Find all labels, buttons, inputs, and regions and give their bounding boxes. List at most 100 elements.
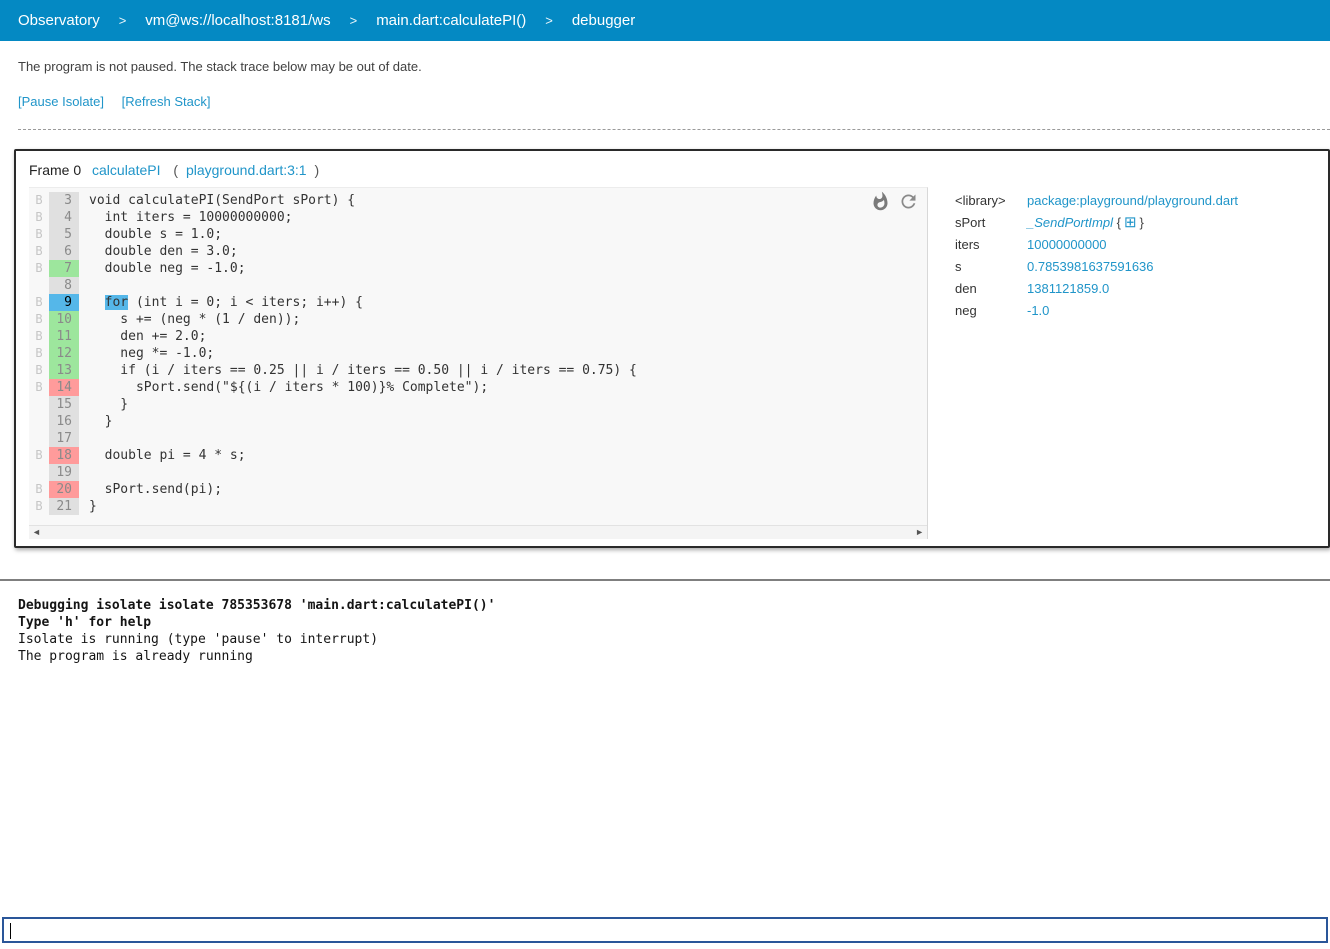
status-message: The program is not paused. The stack tra… bbox=[18, 59, 422, 74]
line-number[interactable]: 19 bbox=[49, 464, 79, 481]
frame-function-link[interactable]: calculatePI bbox=[92, 162, 160, 178]
variable-value[interactable]: 0.7853981637591636 bbox=[1027, 259, 1154, 274]
code-line: B 12 neg *= -1.0; bbox=[29, 345, 927, 362]
breakpoint-toggle[interactable]: B bbox=[29, 328, 49, 345]
code-line: B5 double s = 1.0; bbox=[29, 226, 927, 243]
frame-body: B 3 void calculatePI(SendPort sPort) {B 4 i… bbox=[16, 187, 1328, 539]
code-line: B 18 double pi = 4 * s; bbox=[29, 447, 927, 464]
code-line-text: for (int i = 0; i < iters; i++) { bbox=[104, 295, 363, 310]
line-number[interactable]: 8 bbox=[49, 277, 79, 294]
code-line: 16 } bbox=[29, 413, 927, 430]
frame-paren-close: ) bbox=[314, 162, 320, 178]
code-line: B 11 den += 2.0; bbox=[29, 328, 927, 345]
line-number[interactable]: 13 bbox=[49, 362, 79, 379]
line-number[interactable]: 10 bbox=[49, 311, 79, 328]
console-line: The program is already running bbox=[18, 649, 253, 664]
scroll-left-icon[interactable]: ◄ bbox=[29, 526, 44, 539]
code-toolbar bbox=[870, 191, 919, 217]
variable-name: sPort bbox=[955, 214, 986, 230]
variable-row: sPort _SendPortImpl { ⊞ } bbox=[955, 211, 1238, 233]
breadcrumb: Observatory > vm@ws://localhost:8181/ws > ma… bbox=[0, 0, 1330, 41]
breakpoint-toggle[interactable]: B bbox=[29, 243, 49, 260]
line-number[interactable]: 18 bbox=[49, 447, 79, 464]
breakpoint-toggle[interactable]: B bbox=[29, 209, 49, 226]
code-line-text: if (i / iters == 0.25 || i / iters == 0.… bbox=[89, 363, 637, 378]
code-line-text: double s = 1.0; bbox=[89, 227, 223, 242]
grid-icon[interactable]: ⊞ bbox=[1124, 213, 1137, 231]
breakpoint-toggle[interactable]: B bbox=[29, 260, 49, 277]
horizontal-scrollbar[interactable]: ◄ ► bbox=[29, 525, 927, 539]
code-line: B 14 sPort.send("${(i / iters * 100)}% Co… bbox=[29, 379, 927, 396]
console-output: Debugging isolate isolate 785353678 'mai… bbox=[18, 597, 1330, 665]
breakpoint-toggle[interactable]: B bbox=[29, 447, 49, 464]
breadcrumb-item: debugger bbox=[571, 12, 636, 29]
code-line: B 3 void calculatePI(SendPort sPort) { bbox=[29, 192, 927, 209]
source-code-view: B 3 void calculatePI(SendPort sPort) {B 4 i… bbox=[29, 187, 928, 539]
line-number[interactable]: 11 bbox=[49, 328, 79, 345]
code-line-text: void calculatePI(SendPort sPort) { bbox=[89, 193, 356, 208]
breakpoint-toggle[interactable]: B bbox=[29, 192, 49, 209]
variables-panel: <library> package:playground/playground.d… bbox=[955, 187, 1238, 539]
breakpoint-toggle[interactable]: B bbox=[29, 362, 49, 379]
breadcrumb-separator: > bbox=[545, 13, 553, 28]
code-line-text: den += 2.0; bbox=[89, 329, 207, 344]
code-line: B9 for (int i = 0; i < iters; i++) { bbox=[29, 294, 927, 311]
line-number[interactable]: 6 bbox=[49, 243, 79, 260]
breakpoint-toggle bbox=[29, 413, 49, 430]
code-line-text: double pi = 4 * s; bbox=[89, 448, 246, 463]
line-number[interactable]: 20 bbox=[49, 481, 79, 498]
variable-name: den bbox=[955, 280, 977, 296]
variable-row: den 1381121859.0 bbox=[955, 277, 1238, 299]
variable-value[interactable]: _SendPortImpl bbox=[1027, 215, 1113, 230]
line-number[interactable]: 7 bbox=[49, 260, 79, 277]
action-links: [Pause Isolate] [Refresh Stack] bbox=[0, 74, 1330, 109]
dashed-divider bbox=[18, 129, 1330, 130]
breadcrumb-item[interactable]: Observatory bbox=[18, 12, 100, 29]
breakpoint-toggle[interactable]: B bbox=[29, 379, 49, 396]
breakpoint-toggle[interactable]: B bbox=[29, 498, 49, 515]
breadcrumb-item[interactable]: main.dart:calculatePI() bbox=[376, 12, 526, 29]
scroll-right-icon[interactable]: ► bbox=[912, 526, 927, 539]
line-number[interactable]: 12 bbox=[49, 345, 79, 362]
pause-isolate-link[interactable]: [Pause Isolate] bbox=[18, 94, 104, 109]
line-number[interactable]: 21 bbox=[49, 498, 79, 515]
code-line-text: double den = 3.0; bbox=[89, 244, 238, 259]
frame-location-link[interactable]: playground.dart:3:1 bbox=[186, 162, 307, 178]
breakpoint-toggle bbox=[29, 277, 49, 294]
breakpoint-toggle[interactable]: B bbox=[29, 481, 49, 498]
line-number[interactable]: 16 bbox=[49, 413, 79, 430]
breakpoint-toggle[interactable]: B bbox=[29, 226, 49, 243]
brace-close: } bbox=[1139, 214, 1144, 230]
code-line: 8 bbox=[29, 277, 927, 294]
variable-name: iters bbox=[955, 236, 980, 252]
line-number[interactable]: 9 bbox=[49, 294, 79, 311]
breakpoint-toggle[interactable]: B bbox=[29, 345, 49, 362]
line-number[interactable]: 17 bbox=[49, 430, 79, 447]
variable-value[interactable]: package:playground/playground.dart bbox=[1027, 193, 1238, 208]
breakpoint-toggle[interactable]: B bbox=[29, 311, 49, 328]
frame-paren-open: ( bbox=[173, 162, 179, 178]
code-line-text: } bbox=[89, 499, 97, 514]
debugger-command-input[interactable] bbox=[2, 917, 1328, 943]
breadcrumb-item[interactable]: vm@ws://localhost:8181/ws bbox=[145, 12, 330, 29]
line-number[interactable]: 14 bbox=[49, 379, 79, 396]
variable-name: s bbox=[955, 258, 962, 274]
refresh-icon[interactable] bbox=[898, 191, 919, 217]
line-number[interactable]: 3 bbox=[49, 192, 79, 209]
code-line: B 21} bbox=[29, 498, 927, 515]
line-number[interactable]: 15 bbox=[49, 396, 79, 413]
variable-value[interactable]: -1.0 bbox=[1027, 303, 1049, 318]
line-number[interactable]: 5 bbox=[49, 226, 79, 243]
breakpoint-toggle[interactable]: B bbox=[29, 294, 49, 311]
flame-icon[interactable] bbox=[870, 191, 891, 217]
variable-value[interactable]: 1381121859.0 bbox=[1027, 281, 1109, 296]
code-line-text: } bbox=[89, 397, 129, 412]
breadcrumb-separator: > bbox=[118, 13, 127, 28]
refresh-stack-link[interactable]: [Refresh Stack] bbox=[122, 94, 211, 109]
line-number[interactable]: 4 bbox=[49, 209, 79, 226]
variable-row: <library> package:playground/playground.d… bbox=[955, 189, 1238, 211]
code-line-text: sPort.send("${(i / iters * 100)}% Comple… bbox=[89, 380, 489, 395]
variable-name: <library> bbox=[955, 192, 1006, 208]
variable-row: iters 10000000000 bbox=[955, 233, 1238, 255]
variable-value[interactable]: 10000000000 bbox=[1027, 237, 1107, 252]
